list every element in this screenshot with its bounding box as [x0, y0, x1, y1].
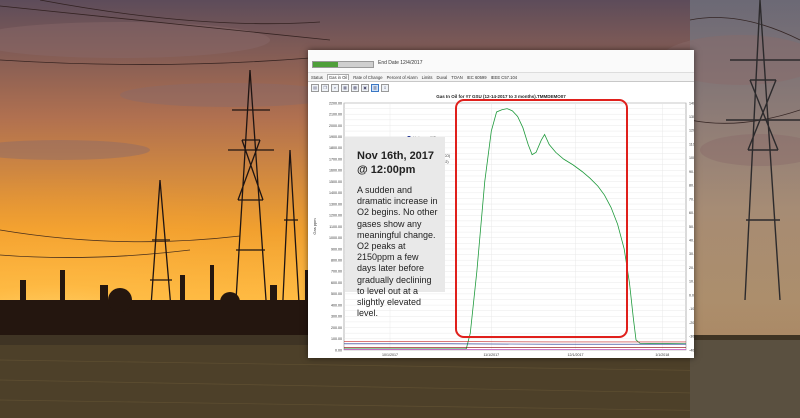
x-tick-label: 12/1/2017: [568, 353, 584, 357]
y-right-tick-label: 140.00: [689, 101, 694, 105]
y-right-tick-label: 50.00: [689, 225, 694, 229]
y-right-tick-label: 70.00: [689, 197, 694, 201]
y-left-tick-label: 1000.00: [329, 236, 342, 240]
y-left-tick-label: 2000.00: [329, 124, 342, 128]
y-left-tick-label: 2100.00: [329, 113, 342, 117]
y-right-tick-label: -10.00: [689, 307, 694, 311]
annotation-callout: Nov 16th, 2017 @ 12:00pm A sudden and dr…: [345, 137, 445, 318]
y-left-tick-label: 300.00: [331, 315, 342, 319]
y-left-tick-label: 1400.00: [329, 191, 342, 195]
y-right-tick-label: 30.00: [689, 252, 694, 256]
y-right-tick-label: -30.00: [689, 335, 694, 339]
y-left-tick-label: 600.00: [331, 281, 342, 285]
y-left-tick-label: 200.00: [331, 326, 342, 330]
y-right-tick-label: 0.00: [689, 293, 694, 297]
y-right-tick-label: 130.00: [689, 115, 694, 119]
y-left-tick-label: 1700.00: [329, 157, 342, 161]
y-left-tick-label: 1800.00: [329, 146, 342, 150]
y-right-tick-label: -20.00: [689, 321, 694, 325]
y-right-tick-label: 90.00: [689, 170, 694, 174]
y-right-tick-label: 10.00: [689, 280, 694, 284]
y-right-tick-label: -40.00: [689, 348, 694, 352]
y-left-tick-label: 800.00: [331, 258, 342, 262]
y-left-tick-label: 2200.00: [329, 101, 342, 105]
x-tick-label: 11/1/2017: [483, 353, 499, 357]
y-left-tick-label: 400.00: [331, 303, 342, 307]
callout-body: A sudden and dramatic increase in O2 beg…: [357, 185, 438, 319]
y-left-tick-label: 900.00: [331, 247, 342, 251]
x-tick-label: 10/1/2017: [382, 353, 398, 357]
y-right-tick-label: 80.00: [689, 184, 694, 188]
y-left-tick-label: 1200.00: [329, 214, 342, 218]
x-tick-label: 1/1/2018: [655, 353, 669, 357]
y-left-tick-label: 700.00: [331, 270, 342, 274]
y-right-tick-label: 60.00: [689, 211, 694, 215]
o2-spike-highlight: [455, 99, 628, 338]
y-right-tick-label: 120.00: [689, 129, 694, 133]
y-left-tick-label: 100.00: [331, 337, 342, 341]
y-axis-label: Gas ppm: [312, 218, 317, 235]
y-left-tick-label: 1900.00: [329, 135, 342, 139]
y-right-tick-label: 40.00: [689, 239, 694, 243]
y-left-tick-label: 0.00: [335, 348, 342, 352]
y-left-tick-label: 1300.00: [329, 202, 342, 206]
y-right-tick-label: 20.00: [689, 266, 694, 270]
y-left-tick-label: 1100.00: [329, 225, 342, 229]
y-left-tick-label: 1500.00: [329, 180, 342, 184]
y-left-tick-label: 1600.00: [329, 169, 342, 173]
y-left-tick-label: 500.00: [331, 292, 342, 296]
callout-title: Nov 16th, 2017 @ 12:00pm: [357, 150, 435, 176]
y-right-tick-label: 100.00: [689, 156, 694, 160]
y-right-tick-label: 110.00: [689, 142, 694, 146]
